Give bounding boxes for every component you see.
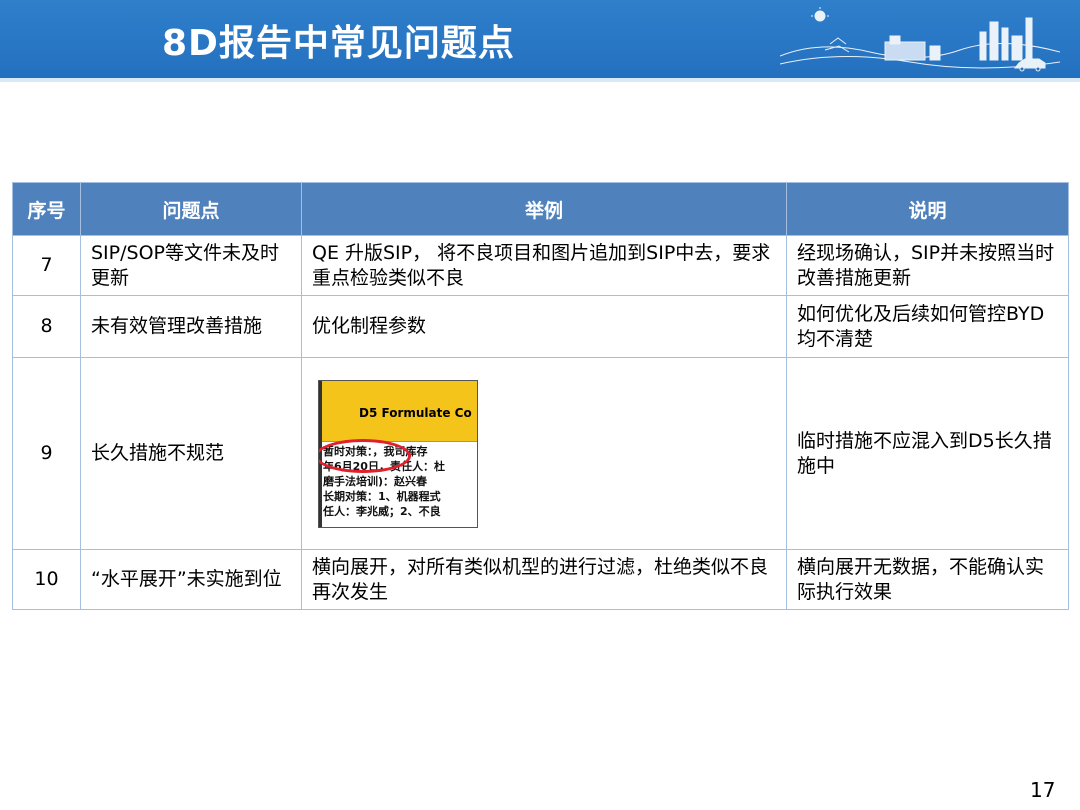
table-row: 7 SIP/SOP等文件未及时更新 QE 升版SIP， 将不良项目和图片追加到S… <box>12 235 1069 296</box>
row-note: 经现场确认，SIP并未按照当时改善措施更新 <box>786 235 1069 296</box>
row-note: 横向展开无数据，不能确认实际执行效果 <box>786 549 1069 610</box>
row-no: 7 <box>12 235 81 296</box>
header-example: 举例 <box>301 182 787 236</box>
table-row: 9 长久措施不规范 D5 Formulate Co 暂时对策：，我司库存 年6月… <box>12 357 1069 550</box>
title-bar-stripe <box>0 78 1080 82</box>
excerpt-line: 任人：李兆威；2、不良 <box>323 504 441 518</box>
table-row: 8 未有效管理改善措施 优化制程参数 如何优化及后续如何管控BYD均不清楚 <box>12 295 1069 358</box>
row-issue: 未有效管理改善措施 <box>80 295 302 358</box>
header-no: 序号 <box>12 182 81 236</box>
row-example: QE 升版SIP， 将不良项目和图片追加到SIP中去，要求重点检验类似不良 <box>301 235 787 296</box>
highlight-circle <box>319 438 411 473</box>
page-number: 17 <box>1030 778 1056 802</box>
row-example-image-cell: D5 Formulate Co 暂时对策：，我司库存 年6月20日，责任人：杜 … <box>301 357 787 550</box>
city-skyline-decoration <box>780 7 1060 72</box>
row-no: 8 <box>12 295 81 358</box>
row-example: 优化制程参数 <box>301 295 787 358</box>
slide-title: 8D报告中常见问题点 <box>162 23 515 64</box>
header-note: 说明 <box>786 182 1069 236</box>
row-no: 10 <box>12 549 81 610</box>
header-issue: 问题点 <box>80 182 302 236</box>
excerpt-line: 长期对策：1、机器程式 <box>323 489 441 503</box>
issues-table: 序号 问题点 举例 说明 7 SIP/SOP等文件未及时更新 QE 升版SIP，… <box>12 182 1069 610</box>
row-issue: SIP/SOP等文件未及时更新 <box>80 235 302 296</box>
excerpt-line: 磨手法培训)：赵兴春 <box>323 474 428 488</box>
row-note: 如何优化及后续如何管控BYD均不清楚 <box>786 295 1069 358</box>
row-no: 9 <box>12 357 81 550</box>
table-header-row: 序号 问题点 举例 说明 <box>12 182 1069 236</box>
row-note: 临时措施不应混入到D5长久措施中 <box>786 357 1069 550</box>
title-bar: 8D报告中常见问题点 <box>0 0 1080 78</box>
excerpt-header-text: D5 Formulate Co <box>359 405 472 420</box>
table-row: 10 “水平展开”未实施到位 横向展开，对所有类似机型的进行过滤，杜绝类似不良再… <box>12 549 1069 610</box>
row-example: 横向展开，对所有类似机型的进行过滤，杜绝类似不良再次发生 <box>301 549 787 610</box>
row-issue: “水平展开”未实施到位 <box>80 549 302 610</box>
row-issue: 长久措施不规范 <box>80 357 302 550</box>
8d-report-excerpt-image: D5 Formulate Co 暂时对策：，我司库存 年6月20日，责任人：杜 … <box>318 379 478 528</box>
